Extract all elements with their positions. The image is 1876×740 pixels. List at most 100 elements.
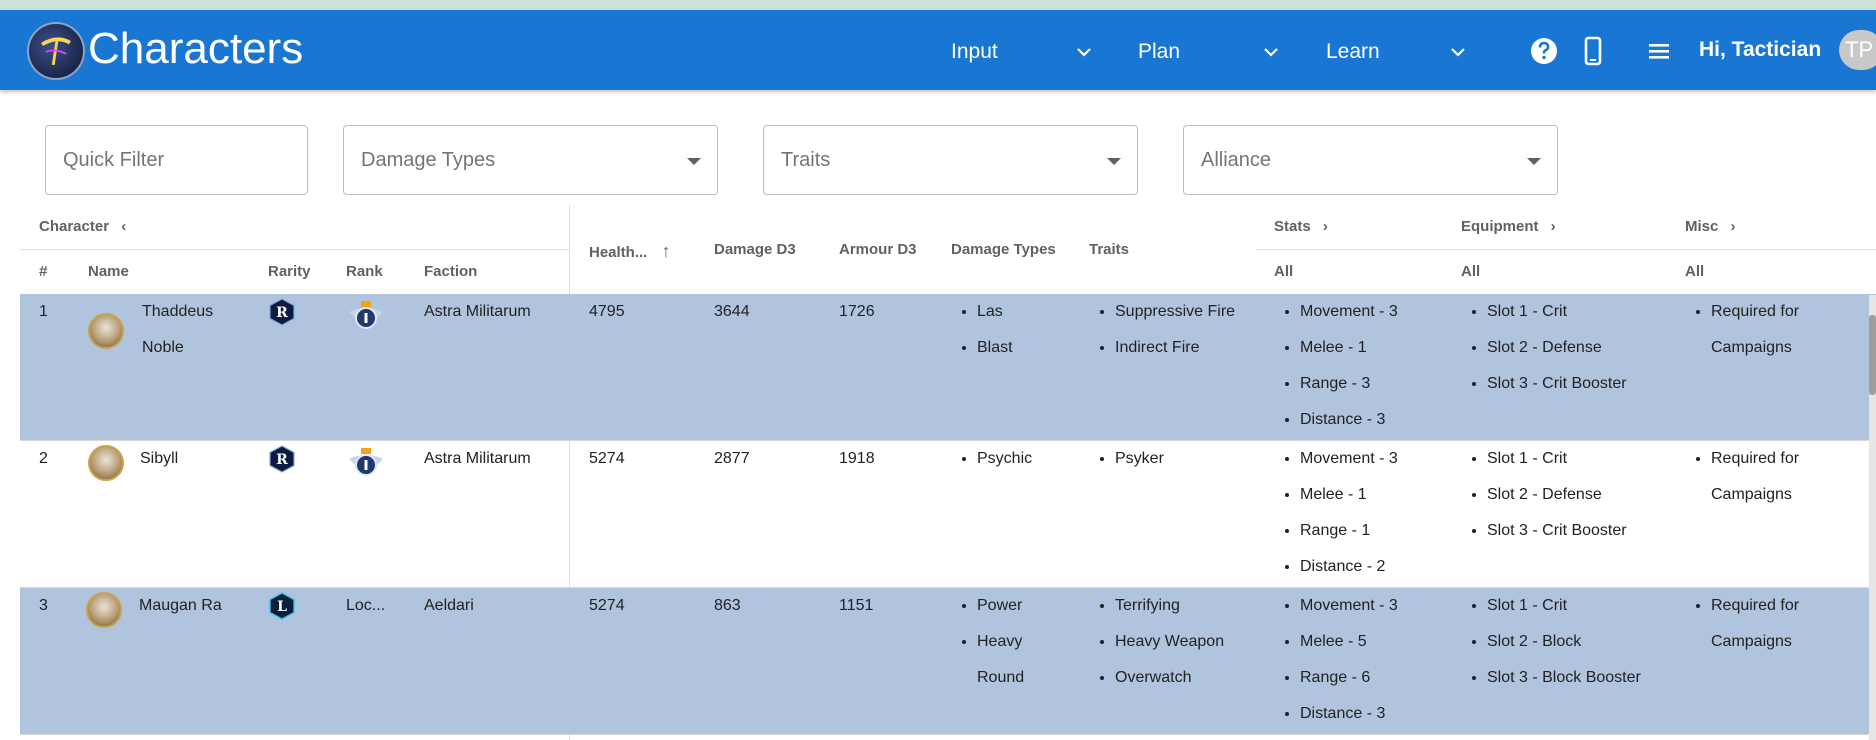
faction-cell: Astra Militarum <box>424 303 531 320</box>
rarity-letter: L <box>277 599 287 615</box>
damage-type-item: Blast <box>977 330 1013 366</box>
quick-filter-input[interactable]: Quick Filter <box>45 125 308 195</box>
traits-cell: Psyker <box>1091 441 1164 477</box>
rarity-legendary-icon: L <box>269 592 295 620</box>
col-header-damage-types[interactable]: Damage Types <box>951 241 1056 258</box>
character-name[interactable]: Sibyll <box>140 441 178 477</box>
group-header-equipment[interactable]: Equipment › <box>1461 218 1556 235</box>
misc-line: Campaigns <box>1711 339 1792 356</box>
rarity-rare-icon: R <box>269 298 295 326</box>
user-avatar[interactable]: TP <box>1839 30 1876 70</box>
group-stats-label: Stats <box>1274 218 1311 235</box>
stat-item: Melee - 1 <box>1300 477 1398 513</box>
nav-learn[interactable]: Learn <box>1326 40 1380 64</box>
armour-cell: 1151 <box>839 597 874 614</box>
col-header-damage[interactable]: Damage D3 <box>714 241 796 258</box>
col-header-stats-all[interactable]: All <box>1274 263 1293 280</box>
equipment-item: Slot 2 - Defense <box>1487 477 1627 513</box>
chevron-down-icon[interactable] <box>1449 43 1467 61</box>
faction-cell: Aeldari <box>424 597 474 614</box>
col-header-armour[interactable]: Armour D3 <box>839 241 917 258</box>
rank-badge-icon <box>349 301 383 329</box>
misc-line: Campaigns <box>1711 486 1792 503</box>
group-header-character[interactable]: Character ‹ <box>39 218 126 235</box>
col-header-traits[interactable]: Traits <box>1089 241 1129 258</box>
nav-input[interactable]: Input <box>951 40 998 64</box>
chevron-right-icon[interactable]: › <box>1551 218 1556 235</box>
traits-select[interactable]: Traits <box>763 125 1138 195</box>
chevron-right-icon[interactable]: › <box>1323 218 1328 235</box>
rarity-letter: R <box>276 452 288 468</box>
trait-item: Overwatch <box>1115 660 1224 696</box>
damage-cell: 863 <box>714 597 741 614</box>
equipment-item: Slot 3 - Block Booster <box>1487 660 1641 696</box>
armour-cell: 1918 <box>839 450 875 467</box>
col-header-name[interactable]: Name <box>88 263 129 280</box>
rank-cell: Loc... <box>346 597 386 614</box>
dropdown-caret-icon <box>1107 158 1121 165</box>
chevron-down-icon[interactable] <box>1075 43 1093 61</box>
damage-types-cell: Power Heavy Round <box>953 588 1024 696</box>
col-header-faction[interactable]: Faction <box>424 263 477 280</box>
col-header-misc-all[interactable]: All <box>1685 263 1704 280</box>
character-name[interactable]: Thaddeus Noble <box>142 294 213 366</box>
misc-cell: Required for Campaigns <box>1687 588 1799 660</box>
damage-type-item: Power <box>977 588 1024 624</box>
health-cell: 5274 <box>589 597 625 614</box>
col-header-equipment-all[interactable]: All <box>1461 263 1480 280</box>
chevron-down-icon[interactable] <box>1262 43 1280 61</box>
chevron-left-icon[interactable]: ‹ <box>121 218 126 235</box>
trait-item: Terrifying <box>1115 588 1224 624</box>
col-header-rank[interactable]: Rank <box>346 263 383 280</box>
damage-types-select[interactable]: Damage Types <box>343 125 718 195</box>
row-number: 2 <box>39 450 48 467</box>
group-misc-label: Misc <box>1685 218 1719 235</box>
traits-placeholder: Traits <box>781 149 831 171</box>
traits-cell: Suppressive Fire Indirect Fire <box>1091 294 1235 366</box>
col-header-rarity[interactable]: Rarity <box>268 263 311 280</box>
app-logo[interactable] <box>27 22 85 80</box>
col-header-number[interactable]: # <box>39 263 47 280</box>
stat-item: Range - 1 <box>1300 513 1398 549</box>
stat-item: Melee - 1 <box>1300 330 1398 366</box>
table-row[interactable]: 1 Thaddeus Noble R Astra Militarum 4795 … <box>20 294 1876 441</box>
alliance-select[interactable]: Alliance <box>1183 125 1558 195</box>
equipment-item: Slot 3 - Crit Booster <box>1487 513 1627 549</box>
stats-cell: Movement - 3 Melee - 1 Range - 3 Distanc… <box>1276 294 1398 438</box>
character-name-line: Maugan Ra <box>139 597 222 614</box>
stat-item: Movement - 3 <box>1300 588 1398 624</box>
stats-cell: Movement - 3 Melee - 1 Range - 1 Distanc… <box>1276 441 1398 585</box>
sort-ascending-icon[interactable]: ↑ <box>662 241 671 261</box>
group-header-stats[interactable]: Stats › <box>1274 218 1328 235</box>
help-icon[interactable] <box>1527 34 1561 68</box>
col-health-label: Health... <box>589 244 648 261</box>
character-name-line: Thaddeus <box>142 303 214 320</box>
stat-item: Distance - 3 <box>1300 696 1398 732</box>
app-bar: Characters Input Plan Learn Hi, Tacticia… <box>0 10 1876 90</box>
equipment-cell: Slot 1 - Crit Slot 2 - Defense Slot 3 - … <box>1463 441 1627 549</box>
damage-type-item: Psychic <box>977 441 1032 477</box>
damage-types-placeholder: Damage Types <box>361 149 496 171</box>
damage-types-cell: Psychic <box>953 441 1032 477</box>
nav-plan[interactable]: Plan <box>1138 40 1180 64</box>
user-greeting: Hi, Tactician <box>1699 38 1822 61</box>
table-row[interactable]: 3 Maugan Ra L Loc... Aeldari 5274 863 11… <box>20 588 1876 735</box>
misc-line: Campaigns <box>1711 633 1792 650</box>
character-name[interactable]: Maugan Ra <box>139 588 222 624</box>
table-row[interactable]: 2 Sibyll R Astra Militarum 5274 2877 191… <box>20 441 1876 588</box>
trait-item: Heavy Weapon <box>1115 624 1224 660</box>
quick-filter-placeholder: Quick Filter <box>63 149 165 171</box>
vertical-scrollbar-thumb[interactable] <box>1869 315 1876 395</box>
misc-item: Required for Campaigns <box>1711 441 1799 513</box>
chevron-right-icon[interactable]: › <box>1731 218 1736 235</box>
menu-icon[interactable] <box>1642 34 1676 68</box>
character-name-line: Sibyll <box>140 450 179 467</box>
mobile-icon[interactable] <box>1576 34 1610 68</box>
equipment-item: Slot 2 - Block <box>1487 624 1641 660</box>
nav-learn-label: Learn <box>1326 40 1380 63</box>
character-portrait <box>86 592 122 628</box>
group-header-misc[interactable]: Misc › <box>1685 218 1736 235</box>
col-header-health[interactable]: Health... ↑ <box>589 241 671 262</box>
header-divider <box>1256 249 1876 250</box>
equipment-item: Slot 3 - Crit Booster <box>1487 366 1627 402</box>
